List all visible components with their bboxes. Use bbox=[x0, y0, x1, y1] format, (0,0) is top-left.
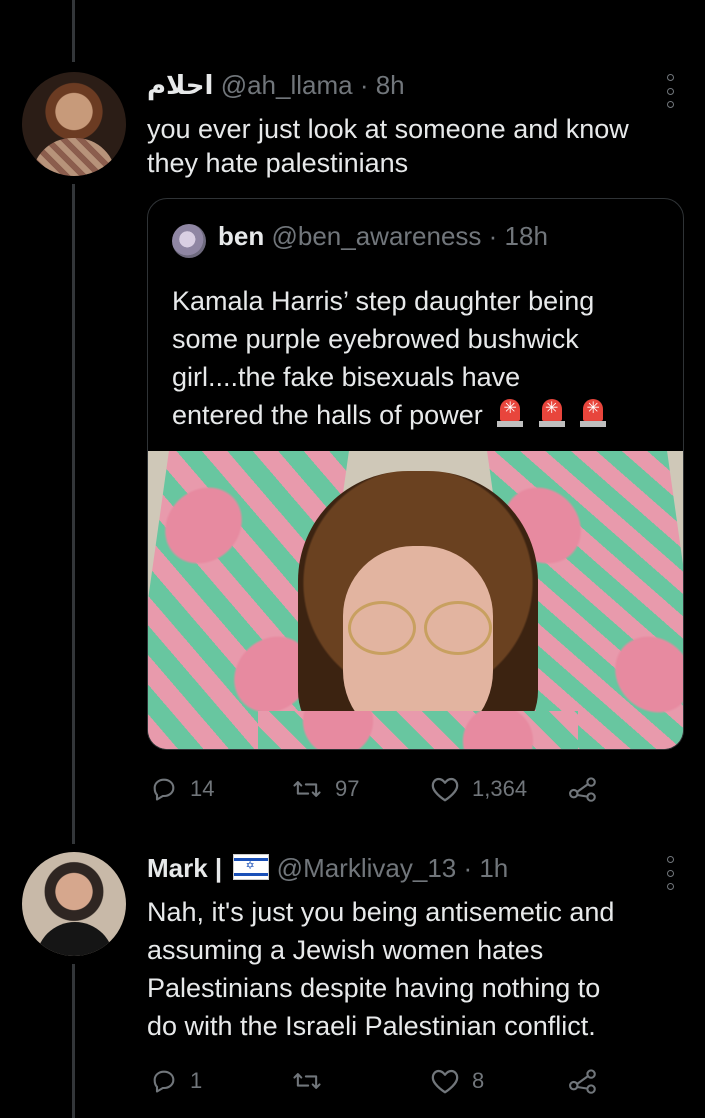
avatar-ah-llama[interactable] bbox=[22, 72, 126, 176]
tweet1-display-name[interactable]: احلام bbox=[147, 70, 213, 100]
tweet2-header: Mark | ✡ @Marklivay_13 · 1h bbox=[147, 853, 508, 884]
tweet2-handle[interactable]: @Marklivay_13 bbox=[277, 853, 457, 883]
tweet1-more-icon[interactable] bbox=[664, 74, 676, 108]
quote-text: Kamala Harris’ step daughter being some … bbox=[172, 282, 672, 434]
tweet1-like-button[interactable]: 1,364 bbox=[430, 775, 527, 803]
retweet-icon bbox=[293, 781, 321, 797]
thread-line-top bbox=[72, 0, 75, 62]
israel-flag-icon: ✡ bbox=[233, 854, 270, 880]
tweet1-like-count: 1,364 bbox=[472, 776, 528, 801]
quote-text-line: some purple eyebrowed bushwick bbox=[172, 324, 579, 354]
tweet2-text-line: assuming a Jewish women hates bbox=[147, 935, 544, 965]
tweet2-like-count: 8 bbox=[472, 1068, 485, 1093]
tweet2-text-line: Palestinians despite having nothing to bbox=[147, 973, 601, 1003]
police-light-icon: ✳ bbox=[496, 399, 524, 427]
share-icon bbox=[569, 777, 596, 802]
quote-tweet-card[interactable]: ben @ben_awareness · 18h Kamala Harris’ … bbox=[147, 198, 684, 750]
tweet1-retweet-button[interactable]: 97 bbox=[291, 775, 359, 803]
quote-text-line: entered the halls of power bbox=[172, 400, 483, 430]
reply-icon bbox=[153, 778, 175, 801]
police-light-icon: ✳ bbox=[579, 399, 607, 427]
tweet1-text: you ever just look at someone and know t… bbox=[147, 112, 687, 180]
tweet2-more-icon[interactable] bbox=[664, 856, 676, 890]
tweet1-retweet-count: 97 bbox=[335, 776, 360, 801]
quote-handle: @ben_awareness bbox=[271, 221, 482, 251]
tweet2-share-button[interactable] bbox=[568, 1067, 598, 1095]
quote-time: · 18h bbox=[488, 221, 548, 251]
retweet-icon bbox=[293, 1073, 321, 1089]
thread-line-middle bbox=[72, 184, 75, 844]
tweet1-handle[interactable]: @ah_llama bbox=[221, 70, 353, 100]
tweet2-reply-button[interactable]: 1 bbox=[150, 1067, 202, 1095]
quote-photo[interactable] bbox=[148, 451, 683, 749]
tweet1-reply-count: 14 bbox=[190, 776, 215, 801]
thread-line-bottom bbox=[72, 964, 75, 1118]
tweet2-retweet-button[interactable] bbox=[291, 1067, 335, 1095]
share-icon bbox=[569, 1069, 596, 1094]
quote-text-line: Kamala Harris’ step daughter being bbox=[172, 286, 595, 316]
tweet2-text-line: do with the Israeli Palestinian conflict… bbox=[147, 1011, 596, 1041]
tweet1-header: احلام @ah_llama · 8h bbox=[147, 70, 405, 101]
tweet1-time[interactable]: · 8h bbox=[360, 70, 405, 100]
tweet2-text-line: Nah, it's just you being antisemetic and bbox=[147, 897, 615, 927]
quote-text-line: girl....the fake bisexuals have bbox=[172, 362, 521, 392]
quote-header: ben @ben_awareness · 18h bbox=[218, 221, 548, 252]
quote-text-line-last: entered the halls of power ✳ ✳ ✳ bbox=[172, 396, 672, 434]
tweet1-reply-button[interactable]: 14 bbox=[150, 775, 214, 803]
tweet2-like-button[interactable]: 8 bbox=[430, 1067, 484, 1095]
tweet2-display-name[interactable]: Mark | bbox=[147, 853, 222, 883]
tweet2-text: Nah, it's just you being antisemetic and… bbox=[147, 893, 692, 1045]
police-light-icon: ✳ bbox=[538, 399, 566, 427]
tweet1-share-button[interactable] bbox=[568, 775, 598, 803]
tweet2-time[interactable]: · 1h bbox=[463, 853, 508, 883]
tweet1-text-line: you ever just look at someone and know bbox=[147, 114, 629, 144]
quote-display-name: ben bbox=[218, 221, 265, 251]
tweet2-reply-count: 1 bbox=[190, 1068, 203, 1093]
reply-icon bbox=[153, 1070, 175, 1093]
heart-icon bbox=[431, 777, 459, 802]
tweet1-text-line: they hate palestinians bbox=[147, 148, 409, 178]
heart-icon bbox=[431, 1069, 459, 1094]
quote-avatar bbox=[172, 224, 206, 258]
avatar-marklivay[interactable] bbox=[22, 852, 126, 956]
